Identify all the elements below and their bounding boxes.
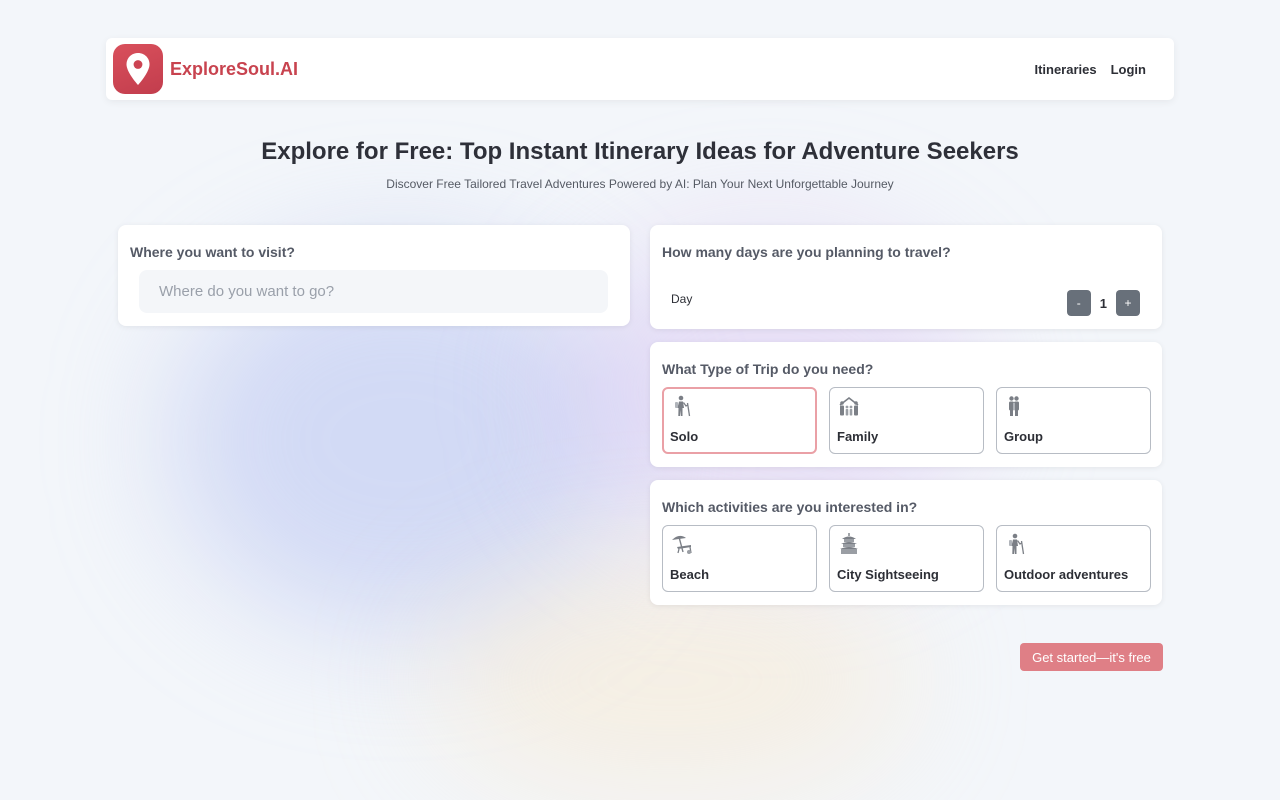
days-value: 1 [1099, 295, 1107, 311]
days-stepper: - 1 + [1066, 290, 1140, 316]
days-card: How many days are you planning to travel… [650, 225, 1162, 329]
solo-traveler-icon [675, 395, 691, 417]
trip-option-label: Solo [670, 429, 699, 444]
get-started-button[interactable]: Get started—it's free [1020, 643, 1163, 671]
hiker-icon [1009, 533, 1025, 555]
nav-itineraries-link[interactable]: Itineraries [1034, 62, 1096, 77]
trip-option-solo[interactable]: Solo [662, 387, 817, 454]
activities-label: Which activities are you interested in? [662, 499, 918, 515]
activity-options: Beach City Sightseeing Outdoor adventure… [662, 525, 1151, 592]
map-pin-icon [113, 44, 163, 94]
trip-option-family[interactable]: Family [829, 387, 984, 454]
brand-name: ExploreSoul.AI [170, 58, 299, 79]
destination-input[interactable] [139, 270, 608, 313]
days-label: How many days are you planning to travel… [662, 244, 951, 260]
activity-option-label: Beach [670, 567, 710, 582]
activity-option-label: Outdoor adventures [1004, 567, 1129, 582]
brand[interactable]: ExploreSoul.AI [113, 44, 298, 94]
activity-option-city-sightseeing[interactable]: City Sightseeing [829, 525, 984, 592]
group-icon [1009, 396, 1019, 416]
navbar: ExploreSoul.AI Itineraries Login [106, 38, 1174, 100]
beach-icon [672, 535, 692, 554]
trip-option-label: Family [837, 429, 879, 444]
family-icon [839, 396, 859, 416]
activity-option-beach[interactable]: Beach [662, 525, 817, 592]
destination-label: Where you want to visit? [130, 244, 295, 260]
activity-option-label: City Sightseeing [837, 567, 939, 582]
activity-option-outdoor-adventures[interactable]: Outdoor adventures [996, 525, 1151, 592]
trip-type-label: What Type of Trip do you need? [662, 361, 874, 377]
nav-login-link[interactable]: Login [1111, 62, 1146, 77]
trip-type-options: Solo Family Group [662, 387, 1151, 454]
activities-card: Which activities are you interested in? … [650, 480, 1162, 605]
nav-links: Itineraries Login [1034, 62, 1146, 77]
trip-option-group[interactable]: Group [996, 387, 1151, 454]
increment-button[interactable]: + [1116, 290, 1140, 316]
page: ExploreSoul.AI Itineraries Login Explore… [0, 0, 1280, 800]
destination-card: Where you want to visit? [118, 225, 630, 326]
temple-icon [840, 533, 858, 554]
trip-option-label: Group [1004, 429, 1043, 444]
day-unit-label: Day [671, 292, 693, 306]
decrement-button[interactable]: - [1066, 290, 1091, 316]
page-subtitle: Discover Free Tailored Travel Adventures… [386, 177, 894, 191]
trip-type-card: What Type of Trip do you need? Solo Fami… [650, 342, 1162, 467]
page-title: Explore for Free: Top Instant Itinerary … [261, 138, 1019, 165]
